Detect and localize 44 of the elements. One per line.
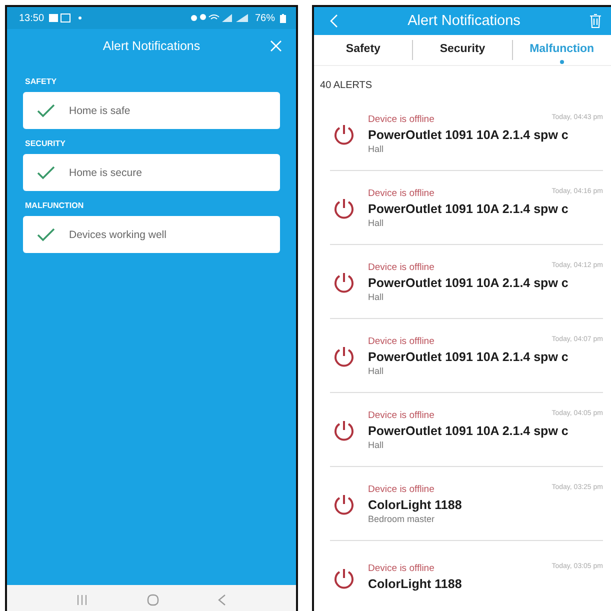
alert-count: 40 ALERTS	[319, 79, 374, 93]
back-icon[interactable]	[218, 594, 226, 606]
device-name: ColorLight 1188	[368, 576, 463, 590]
device-name: PowerOutlet 1091 10A 2.1.4 spw c	[368, 424, 570, 438]
alert-status: Device is offline	[368, 562, 434, 574]
recents-icon[interactable]	[76, 595, 87, 605]
screen-title: Alert Notifications	[408, 13, 520, 29]
section-heading: MALFUNCTION	[25, 201, 85, 210]
battery-percent: 76%	[255, 12, 276, 24]
device-name: ColorLight 1188	[368, 498, 463, 512]
room-name: Hall	[368, 218, 385, 228]
room-name: Hall	[368, 440, 385, 450]
room-name: Hall	[368, 366, 385, 376]
home-icon[interactable]	[146, 594, 158, 606]
alert-status: Device is offline	[368, 188, 434, 198]
tab[interactable]: Security	[413, 35, 512, 65]
room-name: Hall	[368, 292, 385, 302]
device-name: PowerOutlet 1091 10A 2.1.4 spw c	[368, 350, 570, 364]
checkmark-icon	[37, 228, 55, 242]
alert-status: Device is offline	[368, 410, 434, 420]
section-heading: SECURITY	[25, 139, 66, 148]
checkmark-icon	[37, 104, 55, 118]
trash-icon[interactable]	[590, 14, 601, 28]
status-message: Home is secure	[69, 166, 142, 178]
checkmark-icon	[37, 166, 55, 180]
status-message: Home is safe	[69, 104, 130, 116]
signal-icons	[190, 13, 250, 23]
status-time: 13:50	[19, 12, 44, 24]
tab[interactable]: Safety	[314, 35, 412, 65]
battery-icon	[280, 14, 286, 22]
alert-status: Device is offline	[368, 262, 434, 272]
notification-icons	[49, 13, 84, 23]
device-name: PowerOutlet 1091 10A 2.1.4 spw c	[368, 128, 570, 142]
alert-status: Device is offline	[368, 114, 434, 124]
device-name: PowerOutlet 1091 10A 2.1.4 spw c	[368, 202, 570, 216]
status-message: Devices working well	[69, 228, 166, 240]
alert-status: Device is offline	[368, 484, 434, 494]
close-icon[interactable]	[270, 40, 282, 52]
section-heading: SAFETY	[25, 77, 58, 86]
alert-status: Device is offline	[368, 336, 434, 346]
room-name: Hall	[368, 144, 385, 154]
room-name: Bedroom master	[368, 514, 436, 524]
device-name: PowerOutlet 1091 10A 2.1.4 spw c	[368, 276, 570, 290]
screen-title: Alert Notifications	[102, 39, 200, 53]
